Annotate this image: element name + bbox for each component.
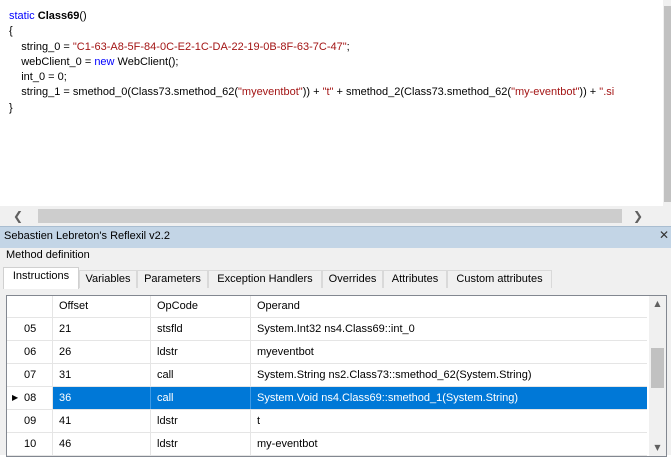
current-row-icon: ▶	[12, 393, 19, 402]
code-line4-string1: "myeventbot"	[238, 86, 303, 99]
row-number: 05	[24, 323, 37, 335]
code-line4-a: string_1 = smethod_0(Class73.smethod_62(	[21, 86, 238, 99]
table-row[interactable]: 06 26 ldstr myeventbot	[7, 341, 647, 364]
code-view[interactable]: static Class69() { string_0 = "C1-63-A8-…	[0, 0, 671, 206]
operand-cell[interactable]: System.Int32 ns4.Class69::int_0	[251, 318, 647, 340]
code-vertical-scrollbar[interactable]	[663, 0, 671, 206]
offset-cell[interactable]: 41	[53, 410, 151, 432]
tab-parameters[interactable]: Parameters	[137, 270, 208, 288]
opcode-cell[interactable]: ldstr	[151, 410, 251, 432]
table-row[interactable]: 05 21 stsfld System.Int32 ns4.Class69::i…	[7, 318, 647, 341]
offset-cell[interactable]: 46	[53, 433, 151, 455]
code-line3: int_0 = 0;	[21, 71, 67, 84]
scroll-right-icon[interactable]: ❯	[628, 207, 648, 225]
column-header-offset[interactable]: Offset	[53, 296, 151, 317]
table-row[interactable]: 07 31 call System.String ns2.Class73::sm…	[7, 364, 647, 387]
row-number: 10	[24, 438, 37, 450]
row-header[interactable]: 10	[7, 433, 53, 455]
code-line4-c: + smethod_2(Class73.smethod_62(	[333, 86, 512, 99]
tab-exception-handlers[interactable]: Exception Handlers	[208, 270, 322, 288]
code-line1-end: ;	[346, 40, 350, 53]
opcode-cell[interactable]: stsfld	[151, 318, 251, 340]
column-header-opcode[interactable]: OpCode	[151, 296, 251, 317]
code-line4-string2: "t"	[322, 86, 334, 99]
tab-custom-attributes[interactable]: Custom attributes	[447, 270, 552, 288]
code-horizontal-scroll-thumb[interactable]	[38, 209, 622, 223]
table-row[interactable]: 09 41 ldstr t	[7, 410, 647, 433]
table-row[interactable]: 10 46 ldstr my-eventbot	[7, 433, 647, 456]
code-new-keyword: new	[94, 55, 115, 68]
opcode-cell[interactable]: ldstr	[151, 341, 251, 363]
operand-cell[interactable]: System.Void ns4.Class69::smethod_1(Syste…	[251, 387, 647, 409]
code-line1-string: "C1-63-A8-5F-84-0C-E2-1C-DA-22-19-0B-8F-…	[72, 40, 347, 53]
code-text[interactable]: static Class69() { string_0 = "C1-63-A8-…	[9, 9, 614, 116]
code-vertical-scroll-thumb[interactable]	[664, 6, 671, 202]
scroll-left-icon[interactable]: ❮	[8, 207, 28, 225]
offset-cell[interactable]: 36	[53, 387, 151, 409]
code-method-name: Class69	[37, 10, 80, 22]
row-number: 07	[24, 369, 37, 381]
row-header[interactable]: ▶ 08	[7, 387, 53, 409]
row-header[interactable]: 07	[7, 364, 53, 386]
plugin-title-bar: Sebastien Lebreton's Reflexil v2.2 ✕	[0, 226, 671, 248]
code-signature-parens: ()	[79, 10, 87, 22]
table-row-selected[interactable]: ▶ 08 36 call System.Void ns4.Class69::sme…	[7, 387, 647, 410]
row-header[interactable]: 05	[7, 318, 53, 340]
row-header[interactable]: 09	[7, 410, 53, 432]
operand-cell[interactable]: my-eventbot	[251, 433, 647, 455]
tab-variables[interactable]: Variables	[79, 270, 137, 288]
code-line4-b: )) +	[302, 86, 323, 99]
code-line2-lhs: webClient_0 =	[21, 55, 95, 68]
operand-cell[interactable]: myeventbot	[251, 341, 647, 363]
plugin-title: Sebastien Lebreton's Reflexil v2.2	[4, 230, 170, 242]
method-definition-group: Method definition Instructions Variables…	[0, 248, 671, 457]
row-number: 08	[24, 392, 37, 404]
row-header[interactable]: 06	[7, 341, 53, 363]
code-line2-rest: WebClient();	[114, 55, 179, 68]
code-line4-d: )) +	[579, 86, 600, 99]
scroll-down-icon[interactable]: ▼	[649, 440, 666, 456]
tab-overrides[interactable]: Overrides	[322, 270, 383, 288]
code-open-brace: {	[9, 25, 13, 38]
grid-header: Offset OpCode Operand	[7, 296, 647, 318]
close-icon[interactable]: ✕	[659, 228, 669, 242]
row-header-corner	[7, 296, 53, 317]
operand-cell[interactable]: t	[251, 410, 647, 432]
tab-attributes[interactable]: Attributes	[383, 270, 447, 288]
code-line4-string4: ".si	[599, 86, 615, 99]
code-static-keyword: static	[9, 10, 35, 22]
tab-instructions[interactable]: Instructions	[3, 267, 79, 289]
code-line1-lhs: string_0 =	[21, 40, 73, 53]
row-number: 09	[24, 415, 37, 427]
row-number: 06	[24, 346, 37, 358]
scroll-up-icon[interactable]: ▲	[649, 296, 666, 312]
offset-cell[interactable]: 31	[53, 364, 151, 386]
group-label: Method definition	[6, 249, 90, 261]
code-horizontal-scrollbar[interactable]: ❮ ❯	[0, 206, 671, 226]
code-close-brace: }	[9, 101, 13, 114]
code-line4-string3: "my-eventbot"	[511, 86, 580, 99]
opcode-cell[interactable]: ldstr	[151, 433, 251, 455]
opcode-cell[interactable]: call	[151, 387, 251, 409]
grid-scroll-thumb[interactable]	[651, 348, 664, 388]
grid-vertical-scrollbar[interactable]: ▲ ▼	[649, 296, 666, 456]
instructions-grid[interactable]: Offset OpCode Operand 05 21 stsfld Syste…	[6, 295, 667, 457]
column-header-operand[interactable]: Operand	[251, 296, 647, 317]
operand-cell[interactable]: System.String ns2.Class73::smethod_62(Sy…	[251, 364, 647, 386]
offset-cell[interactable]: 21	[53, 318, 151, 340]
offset-cell[interactable]: 26	[53, 341, 151, 363]
opcode-cell[interactable]: call	[151, 364, 251, 386]
